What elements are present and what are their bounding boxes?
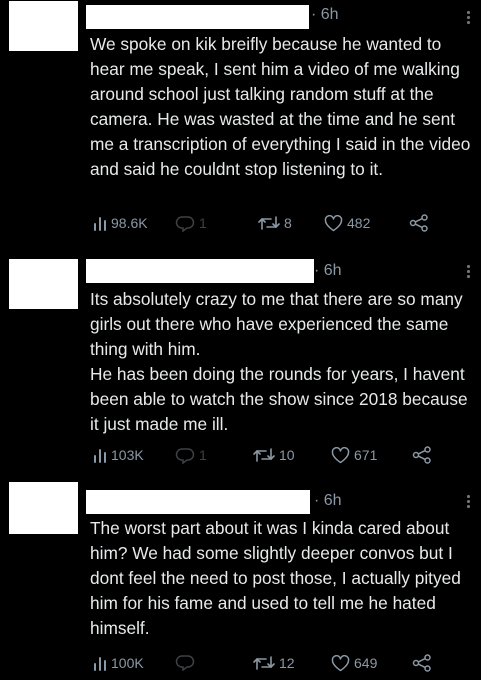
bar-chart-icon [94, 217, 106, 231]
retweet-count: 12 [279, 655, 295, 671]
retweet-arrows-icon [253, 656, 275, 670]
bar-chart-icon [94, 449, 106, 463]
tweet-2[interactable]: · 6h Its absolutely crazy to me that the… [0, 250, 481, 482]
timestamp[interactable]: · 6h [314, 492, 342, 510]
share-button[interactable] [409, 214, 429, 232]
views-button[interactable]: 98.6K [93, 214, 148, 232]
share-nodes-icon [409, 214, 428, 232]
like-button[interactable]: 649 [331, 654, 377, 672]
like-count: 671 [354, 447, 378, 463]
share-button[interactable] [412, 654, 432, 672]
more-options-icon[interactable] [467, 11, 471, 26]
reply-button[interactable]: 1 [175, 446, 207, 464]
avatar[interactable] [9, 259, 78, 309]
timestamp[interactable]: · 6h [311, 6, 339, 24]
tweet-text: Its absolutely crazy to me that there ar… [90, 289, 468, 434]
retweet-arrows-icon [253, 448, 275, 462]
tweet-3[interactable]: · 6h The worst part about it was I kinda… [0, 482, 481, 680]
more-options-icon[interactable] [467, 495, 471, 510]
retweet-count: 10 [279, 447, 295, 463]
like-button[interactable]: 482 [324, 214, 370, 232]
like-count: 482 [347, 215, 371, 231]
author-name-redacted[interactable] [86, 259, 314, 283]
heart-outline-icon [331, 654, 350, 671]
heart-outline-icon [324, 214, 343, 231]
more-options-icon[interactable] [467, 265, 471, 280]
avatar[interactable] [9, 482, 78, 534]
share-nodes-icon [412, 654, 431, 672]
retweet-button[interactable]: 10 [253, 446, 295, 464]
views-button[interactable]: 100K [93, 654, 144, 672]
views-count: 100K [111, 655, 144, 671]
retweet-button[interactable]: 12 [253, 654, 295, 672]
speech-bubble-icon [175, 655, 195, 671]
reply-button[interactable]: 1 [175, 214, 207, 232]
action-bar: 100K 12 649 [93, 654, 433, 674]
like-button[interactable]: 671 [331, 446, 377, 464]
tweet-text: We spoke on kik breifly because he wante… [90, 34, 471, 179]
bar-chart-icon [94, 657, 106, 671]
like-count: 649 [354, 655, 378, 671]
tweet-text: The worst part about it was I kinda care… [90, 518, 461, 638]
views-button[interactable]: 103K [93, 446, 144, 464]
reply-count: 1 [199, 215, 207, 231]
reply-count: 1 [199, 447, 207, 463]
author-name-redacted[interactable] [86, 490, 310, 514]
action-bar: 103K 1 10 671 [93, 446, 433, 466]
author-name-redacted[interactable] [86, 5, 309, 29]
retweet-button[interactable]: 8 [258, 214, 292, 232]
views-count: 98.6K [111, 215, 148, 231]
share-nodes-icon [412, 446, 431, 464]
speech-bubble-icon [175, 447, 195, 464]
action-bar: 98.6K 1 8 482 [93, 214, 433, 234]
tweet-1[interactable]: · 6h We spoke on kik breifly because he … [0, 0, 481, 250]
views-count: 103K [111, 447, 144, 463]
speech-bubble-icon [175, 215, 195, 232]
timestamp[interactable]: · 6h [314, 262, 342, 280]
retweet-arrows-icon [258, 216, 280, 230]
heart-outline-icon [331, 446, 350, 463]
share-button[interactable] [412, 446, 432, 464]
retweet-count: 8 [284, 215, 292, 231]
reply-button[interactable] [175, 654, 199, 671]
avatar[interactable] [9, 1, 78, 51]
